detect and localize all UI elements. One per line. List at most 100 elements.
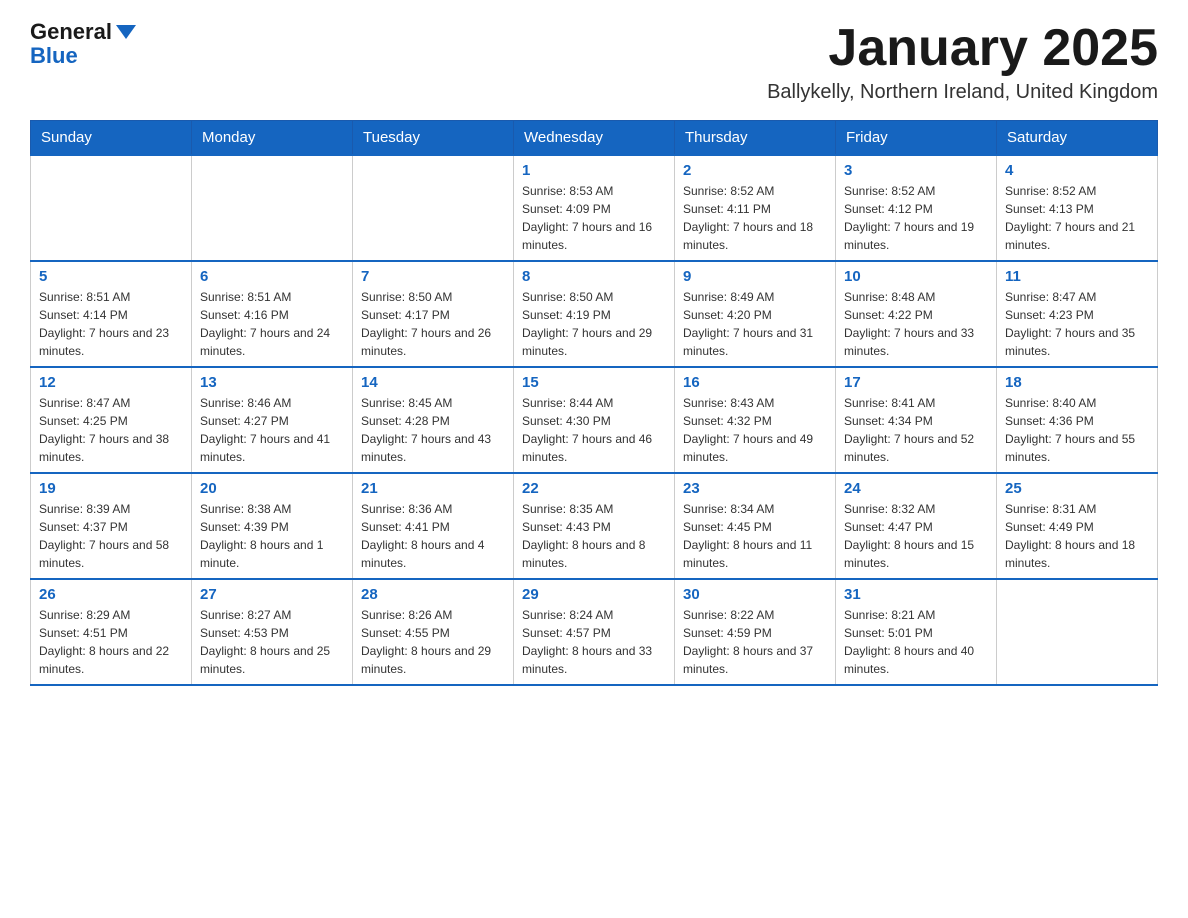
logo-general-text: General: [30, 20, 112, 44]
day-number: 26: [39, 586, 183, 603]
day-info: Sunrise: 8:27 AM Sunset: 4:53 PM Dayligh…: [200, 606, 344, 678]
calendar-cell: 19 Sunrise: 8:39 AM Sunset: 4:37 PM Dayli…: [31, 473, 192, 579]
day-number: 5: [39, 268, 183, 285]
day-number: 12: [39, 374, 183, 391]
page-subtitle: Ballykelly, Northern Ireland, United Kin…: [767, 81, 1158, 104]
calendar-cell: 21 Sunrise: 8:36 AM Sunset: 4:41 PM Dayli…: [353, 473, 514, 579]
day-info: Sunrise: 8:50 AM Sunset: 4:17 PM Dayligh…: [361, 288, 505, 360]
day-info: Sunrise: 8:36 AM Sunset: 4:41 PM Dayligh…: [361, 500, 505, 572]
day-info: Sunrise: 8:22 AM Sunset: 4:59 PM Dayligh…: [683, 606, 827, 678]
day-number: 18: [1005, 374, 1149, 391]
calendar-cell: 7Sunrise: 8:50 AM Sunset: 4:17 PM Daylig…: [353, 261, 514, 367]
calendar-week-row-3: 12 Sunrise: 8:47 AM Sunset: 4:25 PM Dayli…: [31, 367, 1158, 473]
day-number: 24: [844, 480, 988, 497]
calendar-cell: 2Sunrise: 8:52 AM Sunset: 4:11 PM Daylig…: [675, 155, 836, 261]
calendar-cell: 14 Sunrise: 8:45 AM Sunset: 4:28 PM Dayli…: [353, 367, 514, 473]
calendar-cell: 11Sunrise: 8:47 AM Sunset: 4:23 PM Dayli…: [997, 261, 1158, 367]
day-info: Sunrise: 8:26 AM Sunset: 4:55 PM Dayligh…: [361, 606, 505, 678]
day-info: Sunrise: 8:44 AM Sunset: 4:30 PM Dayligh…: [522, 394, 666, 466]
day-number: 10: [844, 268, 988, 285]
calendar-header-friday: Friday: [836, 121, 997, 156]
calendar-cell: 30Sunrise: 8:22 AM Sunset: 4:59 PM Dayli…: [675, 579, 836, 685]
day-info: Sunrise: 8:51 AM Sunset: 4:16 PM Dayligh…: [200, 288, 344, 360]
day-number: 25: [1005, 480, 1149, 497]
calendar-cell: [353, 155, 514, 261]
calendar-header-wednesday: Wednesday: [514, 121, 675, 156]
calendar-cell: 22 Sunrise: 8:35 AM Sunset: 4:43 PM Dayli…: [514, 473, 675, 579]
day-info: Sunrise: 8:45 AM Sunset: 4:28 PM Dayligh…: [361, 394, 505, 466]
calendar-cell: 13 Sunrise: 8:46 AM Sunset: 4:27 PM Dayli…: [192, 367, 353, 473]
calendar-cell: 5 Sunrise: 8:51 AM Sunset: 4:14 PM Daylig…: [31, 261, 192, 367]
day-info: Sunrise: 8:51 AM Sunset: 4:14 PM Dayligh…: [39, 288, 183, 360]
day-info: Sunrise: 8:32 AM Sunset: 4:47 PM Dayligh…: [844, 500, 988, 572]
calendar-cell: [192, 155, 353, 261]
calendar-header-sunday: Sunday: [31, 121, 192, 156]
calendar-cell: [31, 155, 192, 261]
calendar-cell: 8 Sunrise: 8:50 AM Sunset: 4:19 PM Daylig…: [514, 261, 675, 367]
day-info: Sunrise: 8:39 AM Sunset: 4:37 PM Dayligh…: [39, 500, 183, 572]
day-number: 19: [39, 480, 183, 497]
calendar-cell: 18Sunrise: 8:40 AM Sunset: 4:36 PM Dayli…: [997, 367, 1158, 473]
calendar-cell: 28Sunrise: 8:26 AM Sunset: 4:55 PM Dayli…: [353, 579, 514, 685]
calendar-cell: 16 Sunrise: 8:43 AM Sunset: 4:32 PM Dayli…: [675, 367, 836, 473]
page-title: January 2025: [767, 20, 1158, 77]
calendar-header-monday: Monday: [192, 121, 353, 156]
calendar-table: SundayMondayTuesdayWednesdayThursdayFrid…: [30, 120, 1158, 686]
calendar-cell: 10 Sunrise: 8:48 AM Sunset: 4:22 PM Dayli…: [836, 261, 997, 367]
calendar-cell: 17 Sunrise: 8:41 AM Sunset: 4:34 PM Dayli…: [836, 367, 997, 473]
calendar-cell: 24 Sunrise: 8:32 AM Sunset: 4:47 PM Dayli…: [836, 473, 997, 579]
calendar-cell: 29 Sunrise: 8:24 AM Sunset: 4:57 PM Dayli…: [514, 579, 675, 685]
day-number: 16: [683, 374, 827, 391]
day-number: 22: [522, 480, 666, 497]
day-number: 3: [844, 162, 988, 179]
calendar-week-row-4: 19 Sunrise: 8:39 AM Sunset: 4:37 PM Dayli…: [31, 473, 1158, 579]
day-number: 1: [522, 162, 666, 179]
calendar-header-tuesday: Tuesday: [353, 121, 514, 156]
day-info: Sunrise: 8:31 AM Sunset: 4:49 PM Dayligh…: [1005, 500, 1149, 572]
logo-triangle-icon: [116, 25, 136, 39]
day-info: Sunrise: 8:52 AM Sunset: 4:13 PM Dayligh…: [1005, 182, 1149, 254]
calendar-week-row-2: 5 Sunrise: 8:51 AM Sunset: 4:14 PM Daylig…: [31, 261, 1158, 367]
day-info: Sunrise: 8:48 AM Sunset: 4:22 PM Dayligh…: [844, 288, 988, 360]
day-number: 15: [522, 374, 666, 391]
calendar-cell: 1 Sunrise: 8:53 AM Sunset: 4:09 PM Daylig…: [514, 155, 675, 261]
day-info: Sunrise: 8:41 AM Sunset: 4:34 PM Dayligh…: [844, 394, 988, 466]
day-number: 13: [200, 374, 344, 391]
calendar-cell: 9Sunrise: 8:49 AM Sunset: 4:20 PM Daylig…: [675, 261, 836, 367]
day-number: 31: [844, 586, 988, 603]
calendar-header-row: SundayMondayTuesdayWednesdayThursdayFrid…: [31, 121, 1158, 156]
calendar-cell: 23Sunrise: 8:34 AM Sunset: 4:45 PM Dayli…: [675, 473, 836, 579]
day-number: 6: [200, 268, 344, 285]
calendar-week-row-5: 26Sunrise: 8:29 AM Sunset: 4:51 PM Dayli…: [31, 579, 1158, 685]
day-info: Sunrise: 8:46 AM Sunset: 4:27 PM Dayligh…: [200, 394, 344, 466]
calendar-cell: 12 Sunrise: 8:47 AM Sunset: 4:25 PM Dayli…: [31, 367, 192, 473]
day-info: Sunrise: 8:52 AM Sunset: 4:11 PM Dayligh…: [683, 182, 827, 254]
calendar-cell: 4Sunrise: 8:52 AM Sunset: 4:13 PM Daylig…: [997, 155, 1158, 261]
day-number: 27: [200, 586, 344, 603]
logo-blue-text: Blue: [30, 44, 136, 68]
day-number: 21: [361, 480, 505, 497]
calendar-cell: 26Sunrise: 8:29 AM Sunset: 4:51 PM Dayli…: [31, 579, 192, 685]
day-info: Sunrise: 8:34 AM Sunset: 4:45 PM Dayligh…: [683, 500, 827, 572]
calendar-cell: 15 Sunrise: 8:44 AM Sunset: 4:30 PM Dayli…: [514, 367, 675, 473]
calendar-cell: 27 Sunrise: 8:27 AM Sunset: 4:53 PM Dayli…: [192, 579, 353, 685]
day-number: 14: [361, 374, 505, 391]
calendar-cell: 6 Sunrise: 8:51 AM Sunset: 4:16 PM Daylig…: [192, 261, 353, 367]
calendar-cell: 31Sunrise: 8:21 AM Sunset: 5:01 PM Dayli…: [836, 579, 997, 685]
day-info: Sunrise: 8:43 AM Sunset: 4:32 PM Dayligh…: [683, 394, 827, 466]
day-number: 9: [683, 268, 827, 285]
day-info: Sunrise: 8:53 AM Sunset: 4:09 PM Dayligh…: [522, 182, 666, 254]
day-number: 17: [844, 374, 988, 391]
day-info: Sunrise: 8:35 AM Sunset: 4:43 PM Dayligh…: [522, 500, 666, 572]
day-number: 20: [200, 480, 344, 497]
day-info: Sunrise: 8:24 AM Sunset: 4:57 PM Dayligh…: [522, 606, 666, 678]
day-number: 29: [522, 586, 666, 603]
calendar-header-saturday: Saturday: [997, 121, 1158, 156]
day-info: Sunrise: 8:47 AM Sunset: 4:23 PM Dayligh…: [1005, 288, 1149, 360]
day-info: Sunrise: 8:52 AM Sunset: 4:12 PM Dayligh…: [844, 182, 988, 254]
day-info: Sunrise: 8:38 AM Sunset: 4:39 PM Dayligh…: [200, 500, 344, 572]
day-info: Sunrise: 8:47 AM Sunset: 4:25 PM Dayligh…: [39, 394, 183, 466]
day-info: Sunrise: 8:50 AM Sunset: 4:19 PM Dayligh…: [522, 288, 666, 360]
day-number: 8: [522, 268, 666, 285]
page-header: General Blue January 2025 Ballykelly, No…: [30, 20, 1158, 116]
